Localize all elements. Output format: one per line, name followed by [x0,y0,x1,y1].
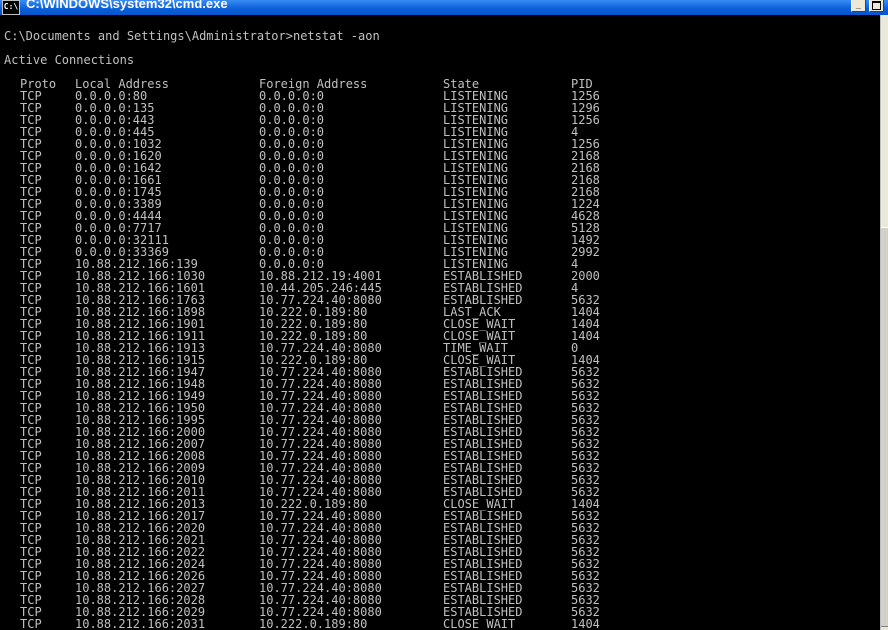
row-proto: TCP [20,617,42,630]
row-state: CLOSE_WAIT [443,617,516,630]
window-title: C:\WINDOWS\system32\cmd.exe [26,0,228,11]
table-row: TCP 10.88.212.166:2031 10.222.0.189:80 CLOS… [0,618,880,630]
scrollbar-thumb[interactable] [881,227,888,627]
row-foreign-address: 10.222.0.189:80 [259,617,368,630]
window-titlebar[interactable]: C:\ C:\WINDOWS\system32\cmd.exe _ [0,0,888,15]
cmd-icon[interactable]: C:\ [2,0,20,15]
command-prompt-line: C:\Documents and Settings\Administrator>… [4,29,380,43]
active-connections-heading: Active Connections [4,53,135,67]
vertical-scrollbar[interactable] [880,15,888,630]
row-local-address: 10.88.212.166:2031 [75,617,206,630]
maximize-button[interactable] [869,0,884,12]
maximize-icon [872,1,881,10]
console-output[interactable]: C:\Documents and Settings\Administrator>… [0,15,880,630]
minimize-button[interactable]: _ [851,0,866,12]
row-pid: 1404 [571,617,600,630]
